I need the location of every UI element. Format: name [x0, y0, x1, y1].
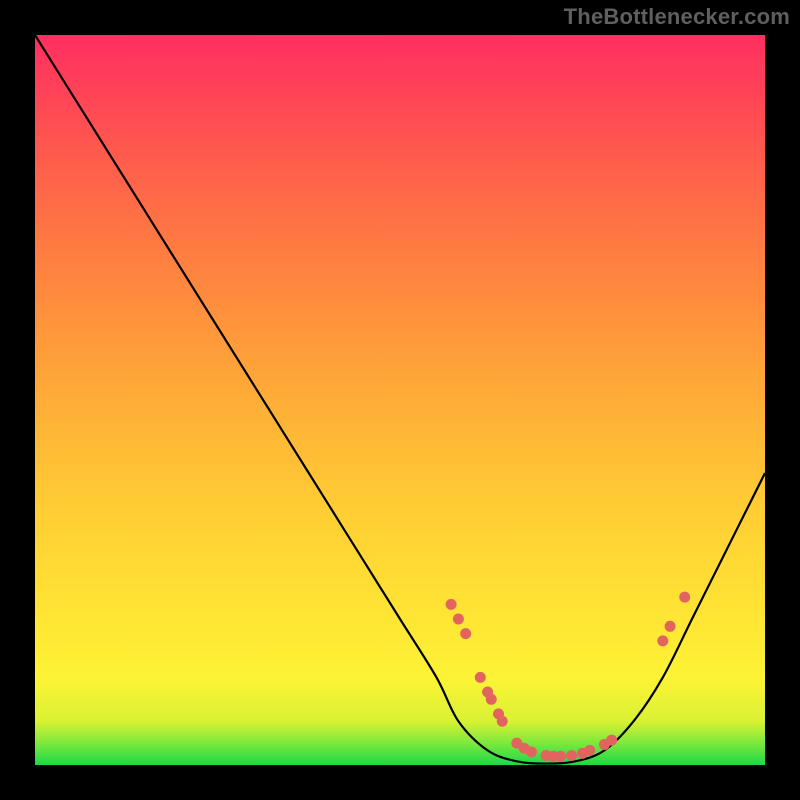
curve-marker [584, 745, 595, 756]
curve-marker [606, 735, 617, 746]
curve-marker [475, 672, 486, 683]
curve-markers [446, 592, 691, 762]
curve-marker [657, 635, 668, 646]
curve-marker [460, 628, 471, 639]
curve-marker [446, 599, 457, 610]
curve-svg [35, 35, 765, 765]
curve-marker [679, 592, 690, 603]
curve-marker [555, 751, 566, 762]
curve-marker [453, 614, 464, 625]
curve-marker [566, 750, 577, 761]
curve-marker [497, 716, 508, 727]
curve-marker [486, 694, 497, 705]
attribution-text: TheBottlenecker.com [564, 4, 790, 30]
chart-frame: TheBottlenecker.com [0, 0, 800, 800]
curve-marker [665, 621, 676, 632]
curve-marker [526, 746, 537, 757]
bottleneck-curve [35, 35, 765, 764]
plot-area [35, 35, 765, 765]
